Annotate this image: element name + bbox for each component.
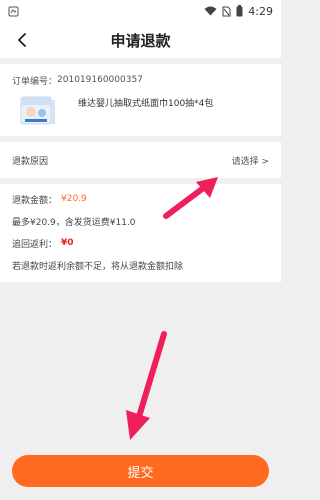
back-button[interactable]: [10, 22, 34, 58]
submit-wrap: 提交: [12, 455, 269, 487]
no-sim-icon: [222, 6, 231, 16]
rebate-value: ¥0: [61, 238, 74, 248]
battery-icon: [236, 5, 243, 17]
refund-reason-label: 退款原因: [12, 156, 49, 167]
rebate-label: 追回返利：: [12, 239, 58, 250]
page-title: 申请退款: [110, 31, 171, 50]
refund-max-text: 最多¥20.9，含发货运费¥11.0: [12, 217, 136, 228]
submit-button[interactable]: 提交: [12, 455, 269, 487]
order-number-label: 订单编号：: [12, 76, 58, 87]
refund-reason-row[interactable]: 退款原因 请选择 >: [0, 142, 281, 178]
refund-reason-select[interactable]: 请选择 >: [232, 154, 269, 167]
product-name: 维达婴儿抽取式纸面巾100抽*4包: [78, 99, 214, 109]
notification-icon: [8, 6, 19, 16]
rebate-row: 追回返利： ¥0: [12, 232, 269, 254]
product-image: [20, 96, 55, 125]
wifi-icon: [204, 6, 217, 16]
status-left: [8, 6, 19, 17]
status-bar: 4:29: [0, 0, 281, 22]
annotation-arrow-bottom: [126, 331, 167, 440]
order-section: 订单编号： 201019160000357 维达婴儿抽取式纸面巾100抽*4包: [0, 64, 281, 136]
chevron-left-icon: [18, 33, 26, 47]
nav-bar: 申请退款: [0, 22, 281, 58]
order-number-row: 订单编号： 201019160000357: [12, 70, 269, 90]
status-time: 4:29: [248, 4, 273, 18]
refund-amount-value: ¥20.9: [61, 194, 87, 204]
order-number-value: 201019160000357: [57, 75, 143, 85]
refund-note: 若退款时返利余额不足，将从退款金额扣除: [12, 261, 184, 272]
refund-info-section: 退款金额： ¥20.9 最多¥20.9，含发货运费¥11.0 追回返利： ¥0 …: [0, 184, 281, 282]
status-right: 4:29: [204, 5, 273, 18]
product-row[interactable]: 维达婴儿抽取式纸面巾100抽*4包: [12, 94, 269, 128]
refund-amount-label: 退款金额：: [12, 195, 58, 206]
refund-amount-row: 退款金额： ¥20.9: [12, 188, 269, 210]
